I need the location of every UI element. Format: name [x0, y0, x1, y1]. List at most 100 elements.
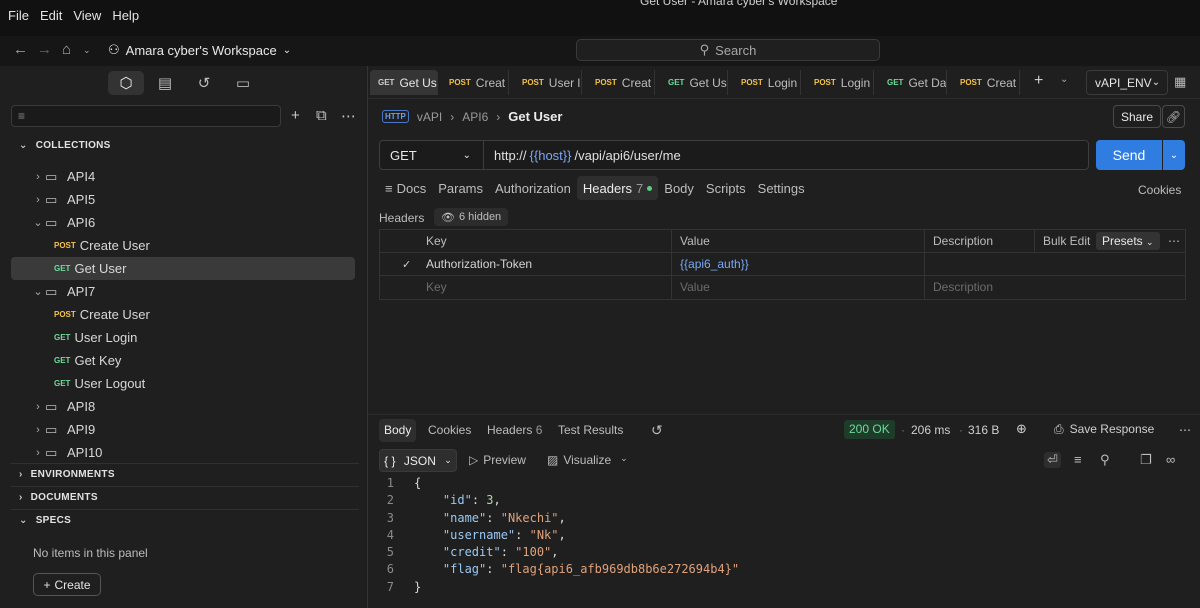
sidebar-request-user-login[interactable]: GET User Login [11, 326, 355, 349]
menu-help[interactable]: Help [112, 8, 139, 23]
menu-file[interactable]: File [8, 8, 29, 23]
response-body[interactable]: 1 { 2 "id": 3, 3 "name": "Nkechi", 4 "us… [368, 475, 1200, 596]
environments-icon[interactable]: ▤ [147, 71, 183, 95]
environment-quicklook-icon[interactable]: ▦ [1174, 74, 1186, 90]
resp-tab-body[interactable]: Body [379, 419, 417, 442]
share-button[interactable]: Share [1113, 105, 1161, 128]
environment-select[interactable]: vAPI_ENV ⌄ [1086, 70, 1168, 95]
folder-icon: ▭ [45, 444, 58, 460]
link-icon[interactable]: ∞ [1166, 452, 1175, 467]
sidebar-folder-api7[interactable]: ⌄ ▭ API7 [11, 280, 355, 303]
search-icon[interactable]: ⚲ [1100, 452, 1110, 468]
copy-icon[interactable]: ❐ [1140, 452, 1152, 468]
breadcrumb-folder[interactable]: API6 [462, 110, 488, 124]
new-request-icon[interactable]: ⧉ [316, 107, 327, 124]
tab-get-user[interactable]: GET Get Us [660, 70, 728, 95]
add-icon[interactable]: + [291, 107, 300, 124]
response-time[interactable]: 206 ms [911, 423, 950, 437]
home-icon[interactable]: ⌂ [62, 41, 71, 58]
headers-count: 7 [636, 180, 644, 196]
resp-tab-cookies[interactable]: Cookies [423, 419, 476, 442]
specs-header[interactable]: ⌄ SPECS [19, 515, 71, 526]
environments-header[interactable]: › ENVIRONMENTS [19, 469, 115, 480]
tab-settings[interactable]: Settings [752, 176, 811, 200]
cookies-link[interactable]: Cookies [1138, 183, 1181, 197]
global-search[interactable]: ⚲ Search [576, 39, 880, 61]
tab-get-data[interactable]: GET Get Da [879, 70, 947, 95]
url-input[interactable]: http:// {{host}} /vapi/api6/user/me [484, 148, 681, 163]
tab-headers[interactable]: Headers 7 [576, 176, 659, 200]
header-description[interactable] [924, 253, 1187, 276]
format-select[interactable]: { } JSON ⌄ [379, 449, 457, 472]
tab-authorization[interactable]: Authorization [489, 176, 577, 200]
presets-dropdown[interactable]: Presets ⌄ [1096, 232, 1160, 250]
globe-icon[interactable]: ⊕ [1016, 421, 1027, 437]
forward-arrow-icon[interactable]: → [37, 41, 52, 58]
new-value-input[interactable]: Value [671, 276, 925, 299]
tab-get-user[interactable]: GET Get Us [370, 70, 438, 95]
new-key-input[interactable]: Key [418, 276, 447, 299]
collections-header[interactable]: ⌄ COLLECTIONS [19, 140, 111, 151]
copy-link-icon[interactable]: 🔗︎ [1162, 105, 1185, 128]
tab-list-chevron-icon[interactable]: ⌄ [1060, 74, 1068, 85]
history-icon[interactable]: ↺ [646, 419, 668, 442]
sidebar-request-user-logout[interactable]: GET User Logout [11, 372, 355, 395]
sidebar-folder-api8[interactable]: › ▭ API8 [11, 395, 355, 418]
documents-header[interactable]: › DOCUMENTS [19, 492, 98, 503]
resp-tab-headers[interactable]: Headers 6 [482, 419, 547, 442]
tab-create[interactable]: POST Creat [587, 70, 655, 95]
new-tab-plus-icon[interactable]: + [1034, 72, 1043, 90]
tab-login[interactable]: POST Login [806, 70, 874, 95]
sidebar-folder-api10[interactable]: › ▭ API10 [11, 441, 355, 464]
send-button[interactable]: Send [1096, 140, 1162, 170]
status-badge[interactable]: 200 OK [844, 420, 895, 439]
resp-tab-test-results[interactable]: Test Results [553, 419, 628, 442]
more-options-icon[interactable]: ⋯ [1179, 423, 1191, 437]
menu-view[interactable]: View [73, 8, 101, 23]
tab-body[interactable]: Body [658, 176, 700, 200]
sidebar-folder-api4[interactable]: › ▭ API4 [11, 165, 355, 188]
method-badge: POST [54, 241, 76, 250]
sidebar-folder-api5[interactable]: › ▭ API5 [11, 188, 355, 211]
more-options-icon[interactable]: ⋯ [1160, 230, 1180, 253]
home-dropdown-chevron-icon[interactable]: ⌄ [83, 45, 91, 56]
bulk-edit-link[interactable]: Bulk Edit [1034, 230, 1090, 253]
preview-button[interactable]: ▷ Preview [469, 453, 526, 467]
sidebar-filter-input[interactable]: ≡ [11, 105, 281, 127]
tab-create[interactable]: POST Creat [441, 70, 509, 95]
more-options-icon[interactable]: ⋯ [341, 107, 356, 125]
sidebar-folder-api9[interactable]: › ▭ API9 [11, 418, 355, 441]
tab-params[interactable]: Params [432, 176, 489, 200]
sidebar-folder-api6[interactable]: ⌄ ▭ API6 [11, 211, 355, 234]
save-response-button[interactable]: ⎙ Save Response [1054, 422, 1154, 437]
hidden-headers-toggle[interactable]: 👁︎ 6 hidden [434, 208, 509, 226]
new-description-input[interactable]: Description [924, 276, 1187, 299]
url-prefix: http:// [494, 147, 527, 163]
tab-docs[interactable]: ≡ Docs [379, 176, 432, 200]
row-checkbox[interactable]: ✓ [394, 253, 411, 276]
collections-cube-icon[interactable]: ⬡ [108, 71, 144, 95]
tab-login[interactable]: POST Login [733, 70, 801, 95]
filter-icon[interactable]: ≡ [1074, 452, 1082, 467]
response-size[interactable]: 316 B [968, 423, 999, 437]
menu-edit[interactable]: Edit [40, 8, 62, 23]
header-value[interactable]: {{api6_auth}} [671, 253, 925, 276]
tab-user[interactable]: POST User l [514, 70, 582, 95]
visualize-button[interactable]: ▨ Visualize ⌄ [547, 453, 628, 467]
sidebar-request-create-user[interactable]: POST Create User [11, 234, 355, 257]
breadcrumb-root[interactable]: vAPI [417, 110, 442, 124]
send-options-chevron-icon[interactable]: ⌄ [1163, 140, 1185, 170]
tab-create[interactable]: POST Creat [952, 70, 1020, 95]
back-arrow-icon[interactable]: ← [13, 41, 28, 58]
folder-icon[interactable]: ▭ [225, 71, 261, 95]
workspace-switcher[interactable]: ⚇ Amara cyber's Workspace ⌄ [108, 42, 291, 58]
sidebar-request-get-user[interactable]: GET Get User [11, 257, 355, 280]
header-key[interactable]: Authorization-Token [418, 253, 532, 276]
wrap-lines-icon[interactable]: ⏎ [1044, 452, 1061, 468]
create-spec-button[interactable]: + Create [33, 573, 101, 596]
method-select[interactable]: GET ⌄ [380, 141, 484, 169]
sidebar-request-get-key[interactable]: GET Get Key [11, 349, 355, 372]
sidebar-request-create-user-api7[interactable]: POST Create User [11, 303, 355, 326]
tab-scripts[interactable]: Scripts [700, 176, 752, 200]
history-icon[interactable]: ↺ [186, 71, 222, 95]
